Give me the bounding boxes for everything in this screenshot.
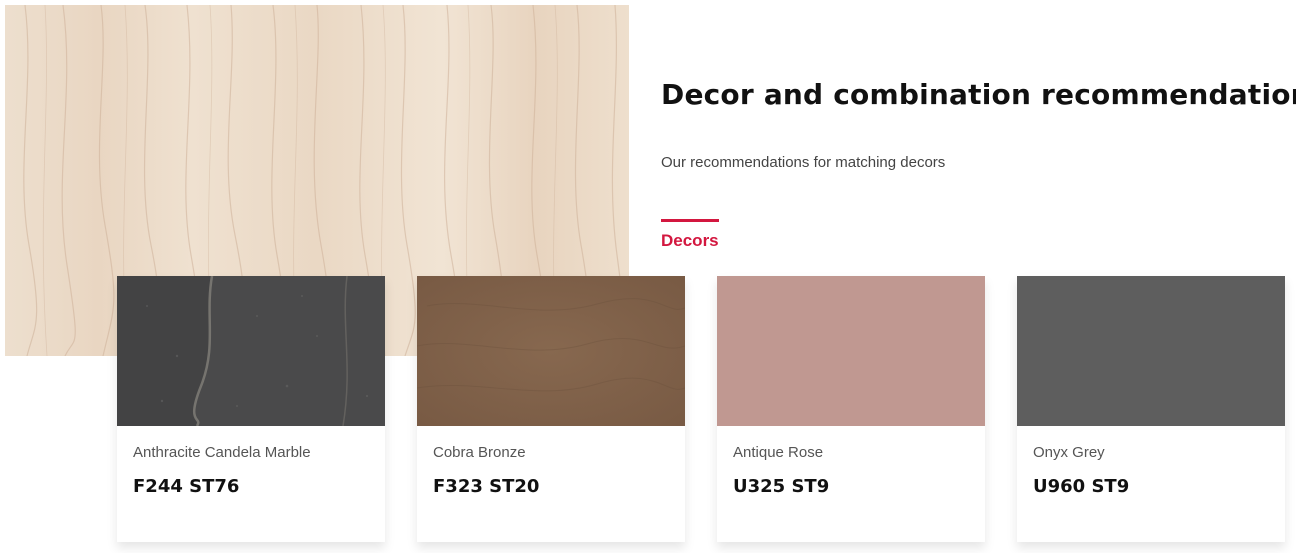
decor-swatch-color xyxy=(1017,276,1285,426)
decor-swatch-image xyxy=(417,276,685,426)
decor-card-cobra-bronze[interactable]: Cobra Bronze F323 ST20 xyxy=(417,276,685,542)
decor-card-anthracite-candela-marble[interactable]: Anthracite Candela Marble F244 ST76 xyxy=(117,276,385,542)
decor-name: Cobra Bronze xyxy=(433,444,526,461)
decor-name: Antique Rose xyxy=(733,444,824,461)
decor-code: U960 ST9 xyxy=(1033,476,1130,497)
decor-card-antique-rose[interactable]: Antique Rose U325 ST9 xyxy=(717,276,985,542)
decor-code: F323 ST20 xyxy=(433,476,540,497)
decor-code: U325 ST9 xyxy=(733,476,830,497)
section-title: Decor and combination recommendations xyxy=(661,78,1296,111)
decor-card-onyx-grey[interactable]: Onyx Grey U960 ST9 xyxy=(1017,276,1285,542)
decor-name: Onyx Grey xyxy=(1033,444,1105,461)
decor-swatch-color xyxy=(717,276,985,426)
decor-recommendations-section: Decor and combination recommendations Ou… xyxy=(0,0,1296,553)
decor-swatch-image xyxy=(117,276,385,426)
decor-name: Anthracite Candela Marble xyxy=(133,444,311,461)
section-subtitle: Our recommendations for matching decors xyxy=(661,154,946,171)
tab-decors[interactable]: Decors xyxy=(661,219,719,251)
decor-code: F244 ST76 xyxy=(133,476,240,497)
